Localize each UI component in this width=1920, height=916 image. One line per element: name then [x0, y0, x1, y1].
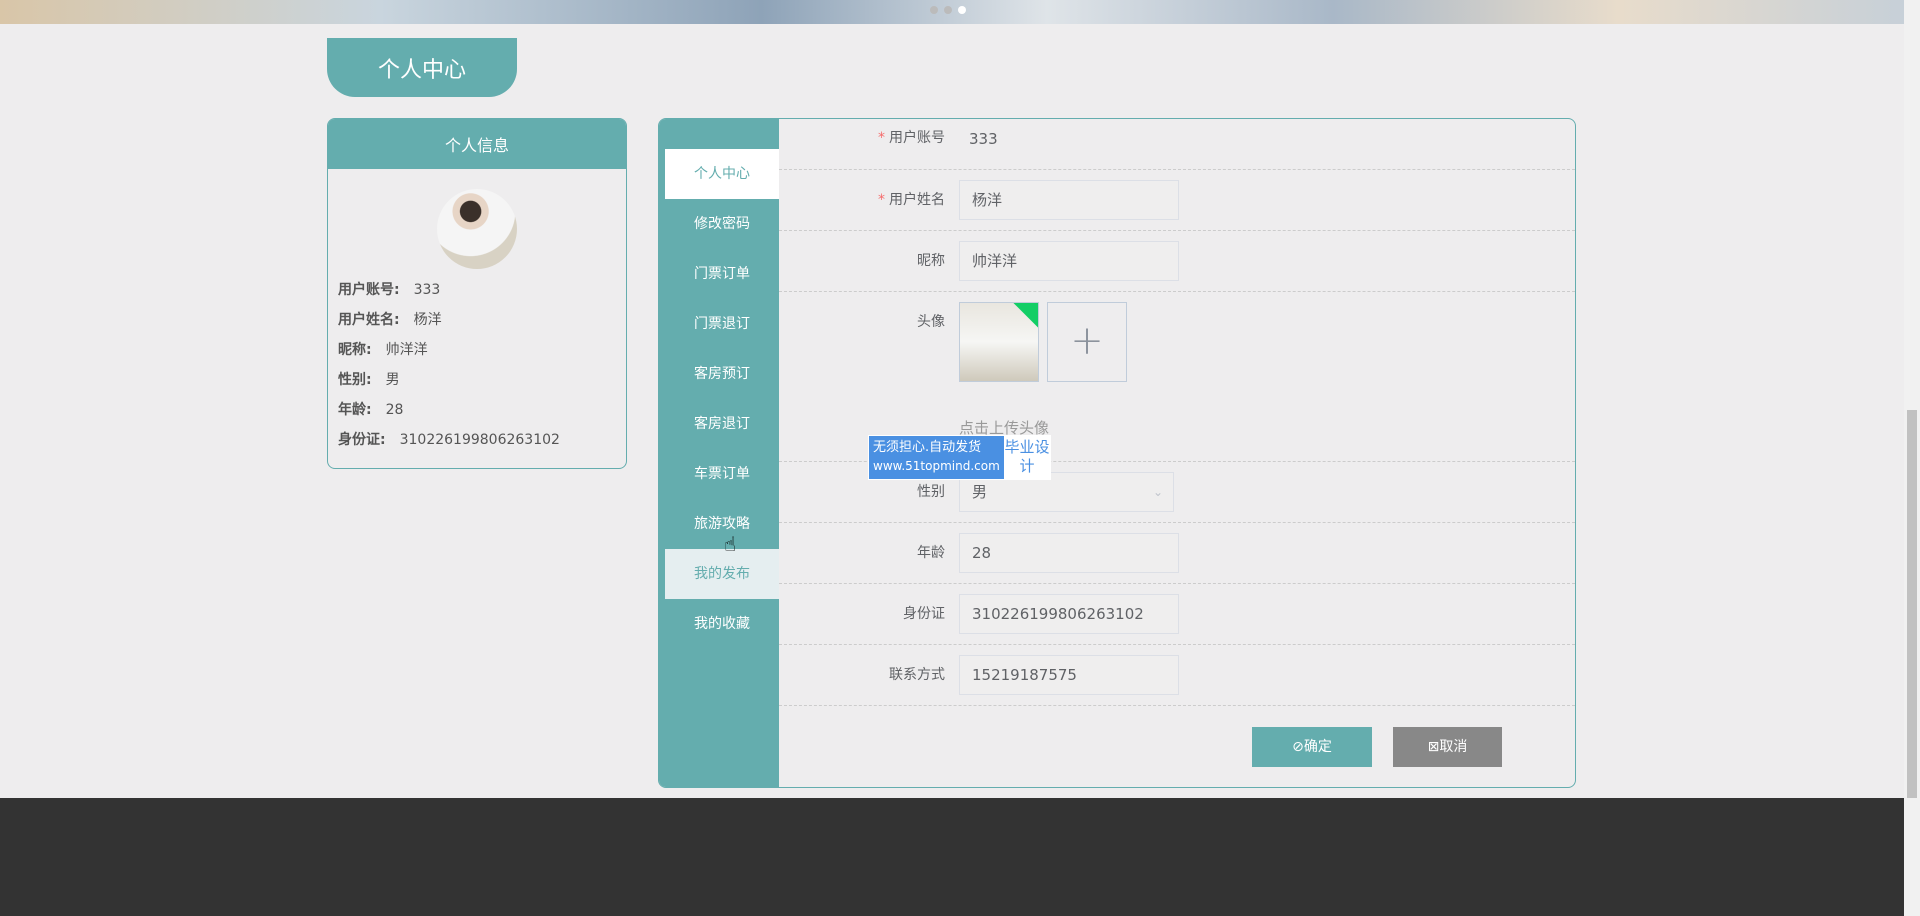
cancel-button[interactable]: ⊠取消	[1393, 727, 1502, 767]
check-icon	[1012, 302, 1039, 330]
menu-item-ticket-refunds[interactable]: 门票退订	[665, 299, 779, 349]
menu-item-favorites[interactable]: 我的收藏	[665, 599, 779, 649]
name-input[interactable]: 杨洋	[959, 180, 1179, 220]
form-row-phone: 联系方式 15219187575	[779, 645, 1575, 706]
personal-info-card: 个人信息 用户账号:333 用户姓名:杨洋 昵称:帅洋洋 性别:男 年龄:28 …	[327, 118, 627, 469]
menu-item-profile[interactable]: 个人中心	[665, 149, 779, 199]
form-row-nickname: 昵称 帅洋洋	[779, 231, 1575, 292]
profile-form: *用户账号 333 *用户姓名 杨洋 昵称 帅洋洋 头像 + 点击上传头像 性别…	[779, 119, 1575, 706]
profile-panel: 个人中心 修改密码 门票订单 门票退订 客房预订 客房退订 车票订单 旅游攻略 …	[658, 118, 1576, 788]
form-row-age: 年龄 28	[779, 523, 1575, 584]
account-value: 333	[969, 129, 998, 149]
phone-input[interactable]: 15219187575	[959, 655, 1179, 695]
form-row-id-card: 身份证 310226199806263102	[779, 584, 1575, 645]
scrollbar-thumb[interactable]	[1907, 410, 1917, 798]
id-card-input[interactable]: 310226199806263102	[959, 594, 1179, 634]
confirm-button[interactable]: ⊘确定	[1252, 727, 1372, 767]
upload-add-button[interactable]: +	[1047, 302, 1127, 382]
info-row: 用户账号:333	[338, 275, 626, 305]
avatar	[437, 189, 517, 269]
menu-item-train-orders[interactable]: 车票订单	[665, 449, 779, 499]
menu-item-change-password[interactable]: 修改密码	[665, 199, 779, 249]
menu-item-room-cancel[interactable]: 客房退订	[665, 399, 779, 449]
menu-item-room-booking[interactable]: 客房预订	[665, 349, 779, 399]
menu-item-my-posts[interactable]: 我的发布	[665, 549, 779, 599]
age-input[interactable]: 28	[959, 533, 1179, 573]
side-menu: 个人中心 修改密码 门票订单 门票退订 客房预订 客房退订 车票订单 旅游攻略 …	[659, 119, 779, 787]
info-row: 年龄:28	[338, 395, 626, 425]
card-title: 个人信息	[328, 119, 626, 169]
avatar-thumbnail[interactable]	[959, 302, 1039, 382]
carousel-dots[interactable]	[930, 6, 966, 14]
chevron-down-icon: ⌄	[1153, 473, 1163, 511]
info-row: 用户姓名:杨洋	[338, 305, 626, 335]
nickname-input[interactable]: 帅洋洋	[959, 241, 1179, 281]
form-row-name: *用户姓名 杨洋	[779, 170, 1575, 231]
page-title: 个人中心	[327, 38, 517, 97]
info-row: 昵称:帅洋洋	[338, 335, 626, 365]
info-row: 性别:男	[338, 365, 626, 395]
banner-carousel	[0, 0, 1904, 24]
footer	[0, 798, 1904, 916]
form-row-account: *用户账号 333	[779, 119, 1575, 170]
menu-item-travel-guides[interactable]: 旅游攻略	[665, 499, 779, 549]
watermark: 无须担心.自动发货www.51topmind.com 毕业设计	[868, 435, 1051, 480]
info-row: 身份证:310226199806263102	[338, 425, 626, 455]
hand-cursor-icon: ☝	[724, 532, 736, 556]
menu-item-ticket-orders[interactable]: 门票订单	[665, 249, 779, 299]
scrollbar[interactable]	[1904, 0, 1920, 916]
